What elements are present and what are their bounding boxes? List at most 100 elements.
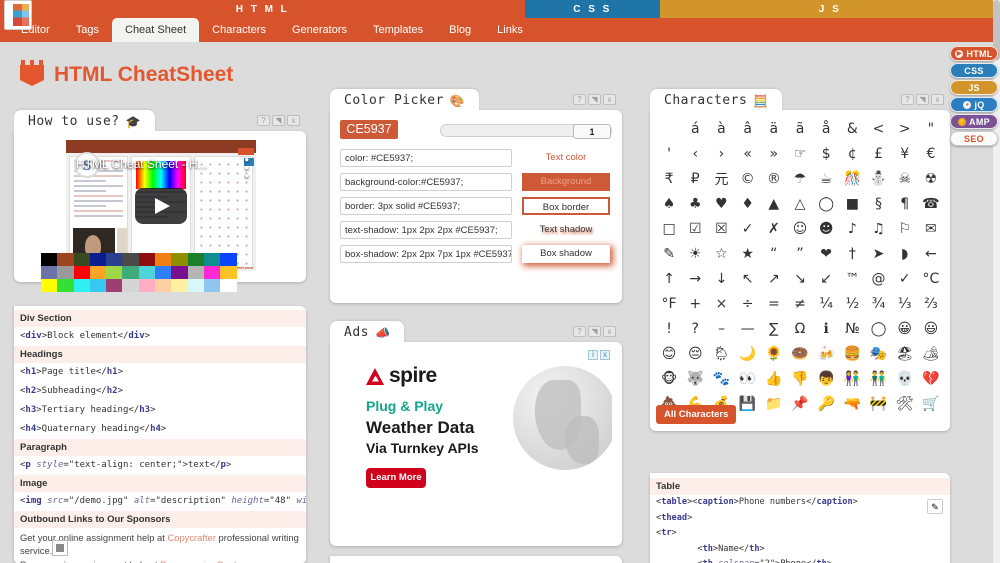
character-cell[interactable]: † xyxy=(839,241,865,266)
minimize-button[interactable]: ◥ xyxy=(916,94,929,105)
tags-code-block[interactable]: <h1>Page title</h1> <h2>Subheading</h2> <h… xyxy=(14,363,306,439)
character-cell[interactable]: 🎭 xyxy=(865,341,891,366)
character-cell[interactable]: ½ xyxy=(839,291,865,316)
character-cell[interactable]: 元 xyxy=(708,166,734,191)
tags-code-block[interactable]: <div>Block element</div> xyxy=(14,327,306,346)
side-button-js[interactable]: JS xyxy=(950,80,998,95)
palette-swatch[interactable] xyxy=(122,253,139,266)
character-cell[interactable]: ↓ xyxy=(708,266,734,291)
side-button-amp[interactable]: ⚡ AMP xyxy=(950,114,998,129)
color-css-field[interactable]: border: 3px solid #CE5937; xyxy=(340,197,512,215)
character-cell[interactable]: > xyxy=(892,116,918,141)
character-cell[interactable]: “ xyxy=(761,241,787,266)
palette-swatch[interactable] xyxy=(171,279,188,292)
character-cell[interactable]: © xyxy=(735,166,761,191)
character-cell[interactable]: ♪ xyxy=(839,216,865,241)
character-cell[interactable]: à xyxy=(708,116,734,141)
character-cell[interactable]: 🛒 xyxy=(918,391,944,416)
character-cell[interactable]: 🎊 xyxy=(839,166,865,191)
nav-tab-characters[interactable]: Characters xyxy=(199,18,279,42)
video-play-button[interactable] xyxy=(135,187,187,224)
character-cell[interactable]: ♦ xyxy=(735,191,761,216)
character-cell[interactable]: ! xyxy=(656,316,682,341)
character-cell[interactable]: ☂ xyxy=(787,166,813,191)
character-cell[interactable]: ☆ xyxy=(708,241,734,266)
character-cell[interactable]: — xyxy=(735,316,761,341)
color-preview-background[interactable]: Background xyxy=(522,173,610,191)
structures-code-line[interactable]: <table><caption>Phone numbers</caption> xyxy=(650,495,950,511)
character-cell[interactable]: 🔫 xyxy=(839,391,865,416)
palette-swatch[interactable] xyxy=(57,253,74,266)
character-cell[interactable]: 🐾 xyxy=(708,366,734,391)
side-button-html[interactable]: ▶ HTML xyxy=(950,46,998,61)
palette-swatch[interactable] xyxy=(138,266,156,279)
tags-code-line[interactable]: <p style="text-align: center;">text</p> xyxy=(14,456,306,475)
structures-code-line[interactable]: <th>Name</th> xyxy=(650,542,950,558)
palette-swatch[interactable] xyxy=(187,279,204,292)
tags-code-line[interactable]: <h1>Page title</h1> xyxy=(14,363,306,382)
close-button[interactable]: x xyxy=(603,326,616,337)
color-preview-boxshadow[interactable]: Box shadow xyxy=(522,245,610,263)
color-css-field[interactable]: box-shadow: 2px 2px 7px 1px #CE5937 xyxy=(340,245,512,263)
character-cell[interactable]: ☠ xyxy=(892,166,918,191)
minimize-button[interactable]: ◥ xyxy=(588,326,601,337)
character-cell[interactable]: □ xyxy=(656,216,682,241)
tags-code-line[interactable]: <h2>Subheading</h2> xyxy=(14,382,306,401)
palette-swatch[interactable] xyxy=(220,279,237,292)
tags-code-line[interactable]: <h3>Tertiary heading</h3> xyxy=(14,401,306,420)
character-cell[interactable]: ₽ xyxy=(682,166,708,191)
palette-swatch[interactable] xyxy=(106,279,123,292)
character-cell[interactable]: 👀 xyxy=(735,366,761,391)
color-css-field[interactable]: text-shadow: 1px 2px 2px #CE5937; xyxy=(340,221,512,239)
character-cell[interactable]: ☢ xyxy=(918,166,944,191)
character-cell[interactable]: ¼ xyxy=(813,291,839,316)
character-cell[interactable]: < xyxy=(865,116,891,141)
color-css-field[interactable]: color: #CE5937; xyxy=(340,149,512,167)
character-cell[interactable]: ≠ xyxy=(787,291,813,316)
character-cell[interactable]: á xyxy=(682,116,708,141)
help-button[interactable]: ? xyxy=(257,115,270,126)
character-cell[interactable]: ? xyxy=(682,316,708,341)
character-cell[interactable]: ★ xyxy=(735,241,761,266)
nav-tab-templates[interactable]: Templates xyxy=(360,18,436,42)
nav-tab-cheat-sheet[interactable]: Cheat Sheet xyxy=(112,18,200,42)
site-logo[interactable] xyxy=(4,0,32,30)
character-cell[interactable]: 😃 xyxy=(918,316,944,341)
palette-swatch[interactable] xyxy=(138,279,156,292)
character-cell[interactable]: № xyxy=(839,316,865,341)
character-cell[interactable]: ↗ xyxy=(761,266,787,291)
character-cell[interactable]: 🌻 xyxy=(761,341,787,366)
character-cell[interactable]: « xyxy=(735,141,761,166)
character-cell[interactable]: ↖ xyxy=(735,266,761,291)
character-cell[interactable]: 🔑 xyxy=(813,391,839,416)
palette-swatch[interactable] xyxy=(89,279,107,292)
character-cell[interactable]: 💔 xyxy=(918,366,944,391)
character-cell[interactable]: ☑ xyxy=(682,216,708,241)
character-cell[interactable]: € xyxy=(918,141,944,166)
character-cell[interactable]: 🏕 xyxy=(918,341,944,366)
ad-close-icon[interactable]: x xyxy=(600,350,610,360)
character-cell[interactable]: 👎 xyxy=(787,366,813,391)
character-cell[interactable]: ■ xyxy=(839,191,865,216)
palette-swatch[interactable] xyxy=(155,279,172,292)
nav-tab-blog[interactable]: Blog xyxy=(436,18,484,42)
character-cell[interactable]: ™ xyxy=(839,266,865,291)
video-menu-icon[interactable]: • • • xyxy=(244,153,249,182)
character-cell[interactable]: 👬 xyxy=(865,366,891,391)
minimize-button[interactable]: ◥ xyxy=(588,94,601,105)
character-cell[interactable]: ♫ xyxy=(865,216,891,241)
character-cell[interactable]: ☞ xyxy=(787,141,813,166)
character-cell[interactable]: ✉ xyxy=(918,216,944,241)
character-cell[interactable]: ↙ xyxy=(813,266,839,291)
tags-code-line[interactable]: <img src="/demo.jpg" alt="description" h… xyxy=(14,492,306,511)
palette-swatch[interactable] xyxy=(122,266,139,279)
character-cell[interactable] xyxy=(656,116,682,141)
character-cell[interactable]: ✎ xyxy=(656,241,682,266)
all-characters-button[interactable]: All Characters xyxy=(656,405,737,424)
color-preview-boxborder[interactable]: Box border xyxy=(522,197,610,215)
character-cell[interactable]: å xyxy=(813,116,839,141)
character-cell[interactable]: 📌 xyxy=(787,391,813,416)
palette-swatch[interactable] xyxy=(89,253,107,266)
character-cell[interactable]: = xyxy=(761,291,787,316)
character-cell[interactable]: ” xyxy=(787,241,813,266)
